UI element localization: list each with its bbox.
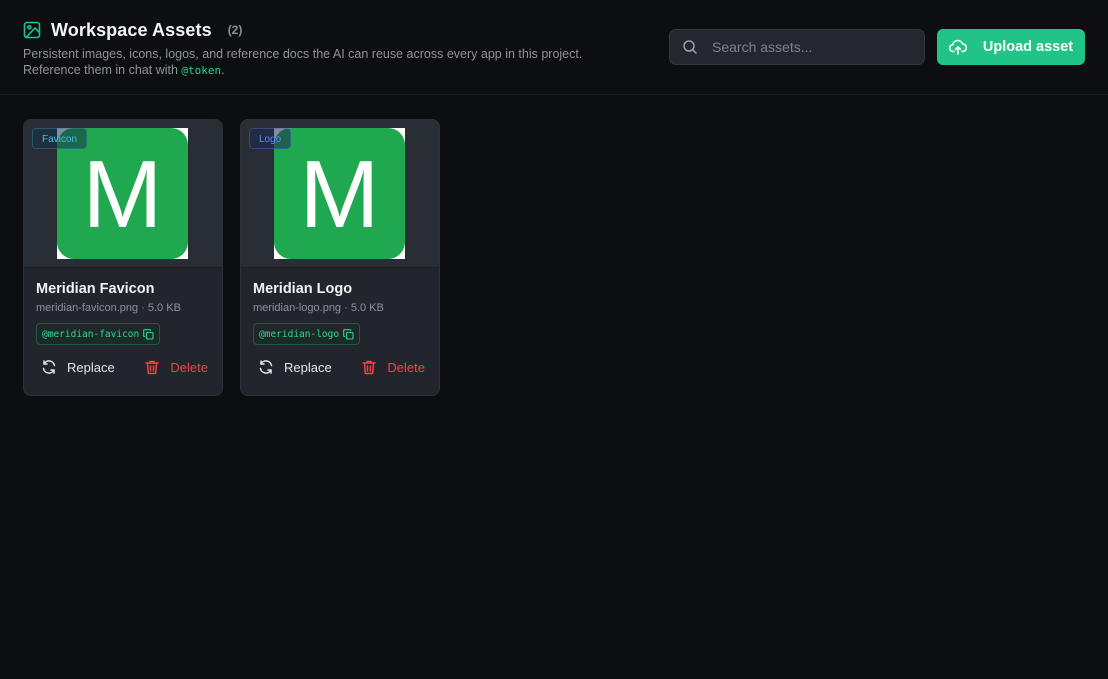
page-title: Workspace Assets xyxy=(51,19,212,40)
asset-token-chip[interactable]: @meridian-logo xyxy=(253,323,361,345)
asset-type-badge: Favicon xyxy=(32,128,88,149)
asset-token-chip[interactable]: @meridian-favicon xyxy=(36,323,161,345)
trash-icon xyxy=(362,360,377,375)
asset-actions: Replace Delete xyxy=(24,345,222,375)
asset-count: (2) xyxy=(227,23,243,37)
asset-preview: Favicon M xyxy=(24,120,222,268)
refresh-icon xyxy=(259,360,273,374)
image-icon xyxy=(23,21,41,39)
replace-button[interactable]: Replace xyxy=(258,359,332,375)
description-line-2-prefix: Reference them in chat with xyxy=(23,63,182,77)
upload-asset-label: Upload asset xyxy=(982,39,1074,55)
replace-button[interactable]: Replace xyxy=(41,359,115,375)
upload-asset-button[interactable]: Upload asset xyxy=(937,29,1085,65)
asset-preview: Logo M xyxy=(241,120,439,268)
asset-token: @meridian-favicon xyxy=(42,328,140,340)
logo-glyph: M xyxy=(83,141,163,248)
copy-icon[interactable] xyxy=(343,328,354,340)
asset-info: Meridian Favicon meridian-favicon.png · … xyxy=(24,268,222,345)
asset-card[interactable]: Favicon M Meridian Favicon meridian-favi… xyxy=(23,119,223,396)
title-row: Workspace Assets (2) xyxy=(23,20,1085,40)
cloud-upload-icon xyxy=(948,39,967,55)
copy-icon[interactable] xyxy=(143,328,154,340)
asset-file-meta: meridian-favicon.png · 5.0 KB xyxy=(36,302,181,314)
asset-token: @meridian-logo xyxy=(259,328,340,340)
search-input[interactable] xyxy=(712,39,902,55)
search-icon xyxy=(683,40,697,54)
token-example: @token xyxy=(181,64,222,77)
description-line-1: Persistent images, icons, logos, and ref… xyxy=(23,47,583,61)
page-description: Persistent images, icons, logos, and ref… xyxy=(23,46,643,79)
asset-info: Meridian Logo meridian-logo.png · 5.0 KB… xyxy=(241,268,439,345)
replace-label: Replace xyxy=(67,359,115,375)
delete-label: Delete xyxy=(170,359,208,375)
logo-glyph: M xyxy=(300,141,380,248)
asset-grid: Favicon M Meridian Favicon meridian-favi… xyxy=(0,95,1108,396)
asset-image: M xyxy=(274,128,405,259)
trash-icon xyxy=(145,360,160,375)
page-header: Workspace Assets (2) Persistent images, … xyxy=(0,0,1108,95)
asset-card[interactable]: Logo M Meridian Logo meridian-logo.png ·… xyxy=(240,119,440,396)
delete-button[interactable]: Delete xyxy=(144,359,208,375)
asset-name: Meridian Logo xyxy=(253,281,353,297)
asset-type-badge: Logo xyxy=(249,128,292,149)
asset-actions: Replace Delete xyxy=(241,345,439,375)
asset-name: Meridian Favicon xyxy=(36,281,155,297)
replace-label: Replace xyxy=(284,359,332,375)
search-box[interactable] xyxy=(669,29,925,65)
delete-button[interactable]: Delete xyxy=(361,359,425,375)
description-line-2-suffix: . xyxy=(221,63,225,77)
asset-file-meta: meridian-logo.png · 5.0 KB xyxy=(253,302,384,314)
refresh-icon xyxy=(42,360,56,374)
delete-label: Delete xyxy=(387,359,425,375)
